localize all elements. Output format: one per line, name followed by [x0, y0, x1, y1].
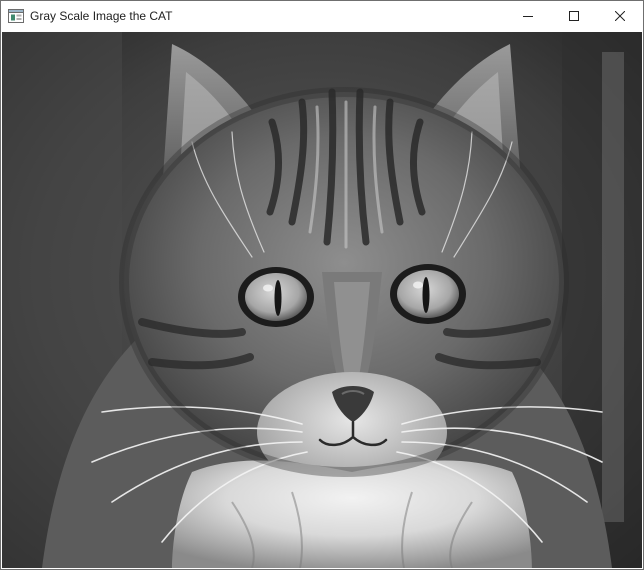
close-icon — [615, 11, 625, 21]
left-eye — [238, 267, 314, 327]
minimize-button[interactable] — [505, 1, 551, 31]
title-bar[interactable]: Gray Scale Image the CAT — [1, 1, 643, 31]
window-title: Gray Scale Image the CAT — [30, 9, 173, 23]
right-eye — [390, 264, 466, 324]
app-window-icon — [8, 8, 24, 24]
close-button[interactable] — [597, 1, 643, 31]
cat-illustration — [2, 32, 642, 568]
maximize-button[interactable] — [551, 1, 597, 31]
minimize-icon — [523, 16, 533, 17]
window-controls — [505, 1, 643, 31]
maximize-icon — [569, 11, 579, 21]
grayscale-cat-image — [2, 32, 642, 568]
app-window: Gray Scale Image the CAT — [0, 0, 644, 570]
